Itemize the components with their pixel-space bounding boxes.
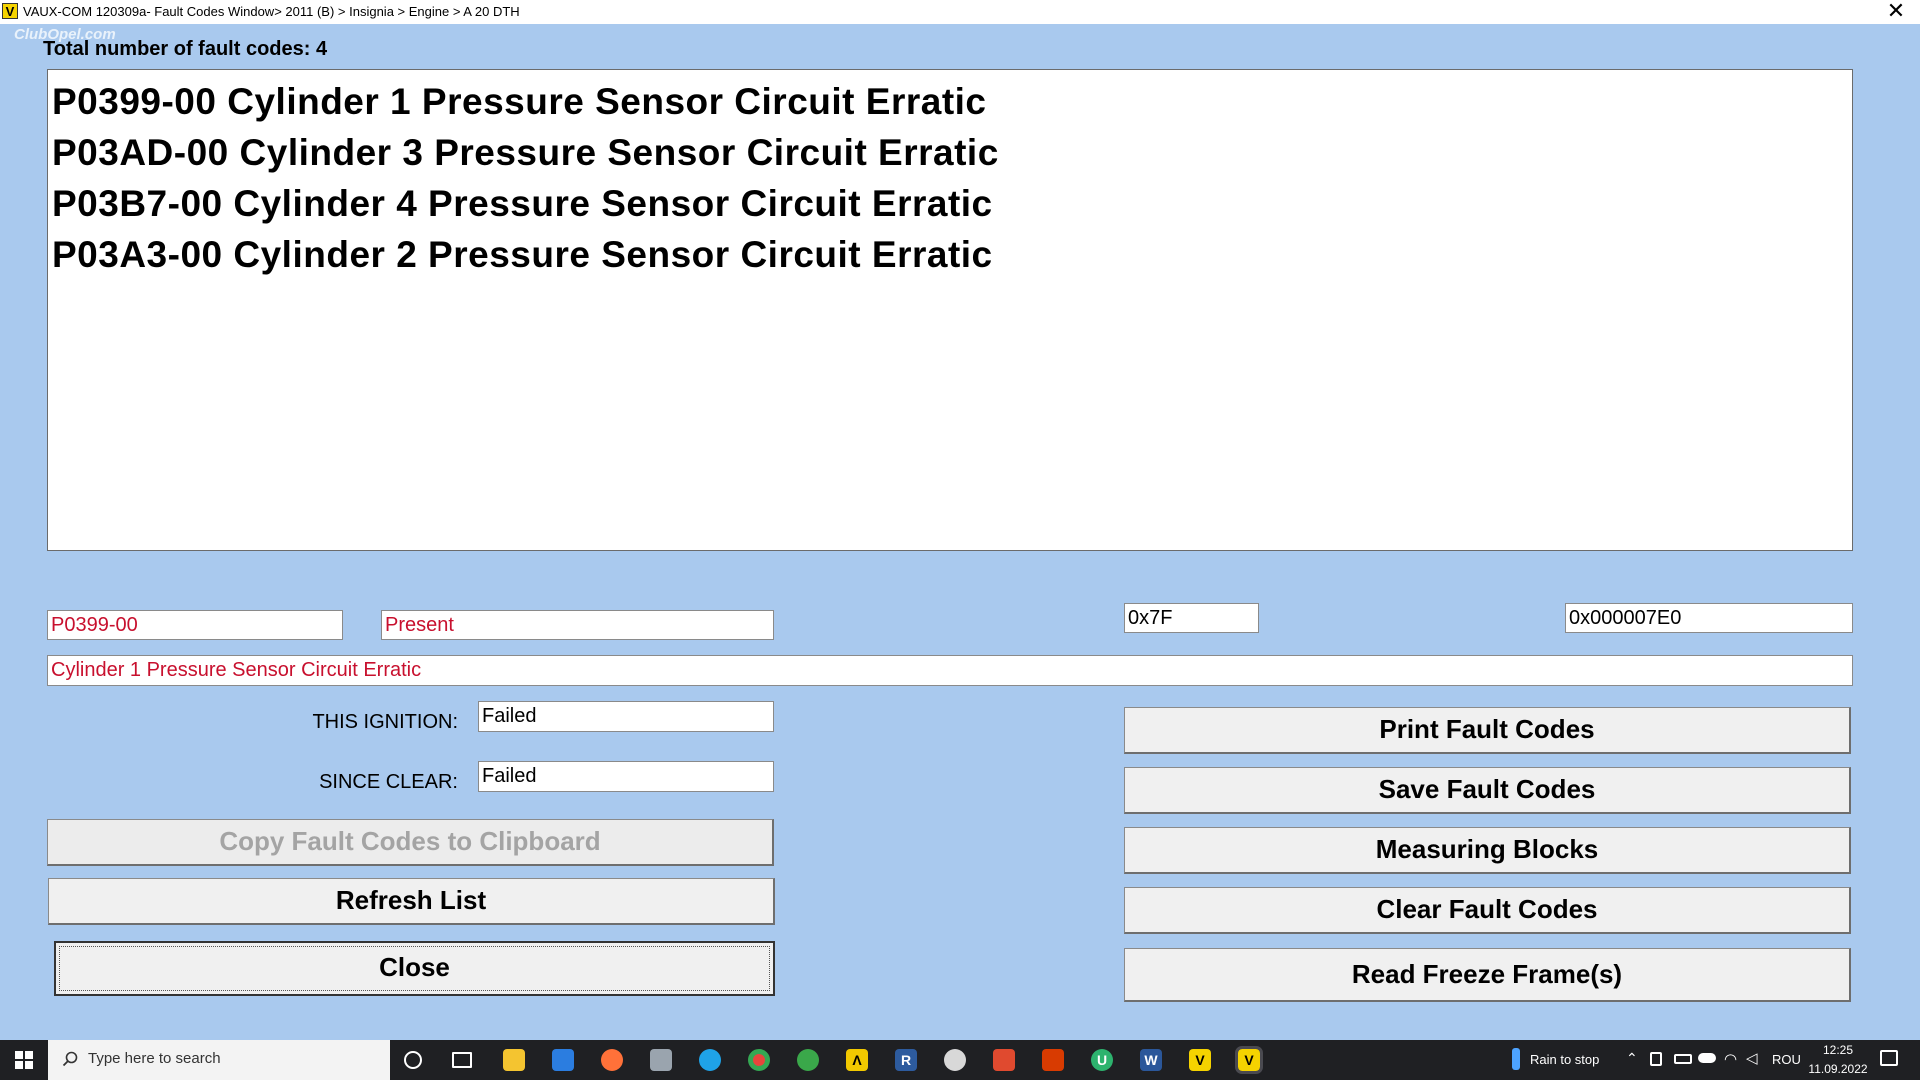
save-fault-codes-button[interactable]: Save Fault Codes xyxy=(1124,767,1851,814)
firefox-icon[interactable] xyxy=(601,1049,623,1071)
chrome-icon[interactable] xyxy=(748,1049,770,1071)
word-icon[interactable]: W xyxy=(1140,1049,1162,1071)
fault-list-item[interactable]: P03A3-00 Cylinder 2 Pressure Sensor Circ… xyxy=(48,229,1852,280)
this-ignition-field[interactable]: Failed xyxy=(478,701,774,732)
address-field[interactable]: 0x000007E0 xyxy=(1565,603,1853,633)
window-close-icon[interactable]: ✕ xyxy=(1882,0,1910,24)
close-button[interactable]: Close xyxy=(54,941,775,996)
upwork-icon[interactable]: U xyxy=(1091,1049,1113,1071)
clear-fault-codes-button[interactable]: Clear Fault Codes xyxy=(1124,887,1851,934)
file-explorer-icon[interactable] xyxy=(503,1049,525,1071)
print-fault-codes-button[interactable]: Print Fault Codes xyxy=(1124,707,1851,754)
clock-time[interactable]: 12:25 xyxy=(1810,1043,1866,1057)
clock-date[interactable]: 11.09.2022 xyxy=(1806,1062,1870,1076)
fault-list-item[interactable]: P03AD-00 Cylinder 3 Pressure Sensor Circ… xyxy=(48,127,1852,178)
office-icon[interactable] xyxy=(1042,1049,1064,1071)
search-icon xyxy=(62,1051,78,1067)
battery-icon[interactable] xyxy=(1674,1054,1692,1064)
volume-icon[interactable]: ◁ xyxy=(1746,1049,1758,1067)
since-clear-label: SINCE CLEAR: xyxy=(319,771,458,793)
search-placeholder[interactable]: Type here to search xyxy=(88,1050,221,1067)
windows-start-icon[interactable] xyxy=(0,1040,48,1080)
since-clear-field[interactable]: Failed xyxy=(478,761,774,792)
edge-icon[interactable] xyxy=(699,1049,721,1071)
refresh-list-button[interactable]: Refresh List xyxy=(48,878,775,925)
cortana-icon[interactable] xyxy=(404,1051,422,1069)
window-title: VAUX-COM 120309a- Fault Codes Window> 20… xyxy=(23,4,520,19)
device-icon[interactable] xyxy=(1650,1052,1662,1066)
fault-status-field[interactable]: Present xyxy=(381,610,774,640)
notification-icon[interactable] xyxy=(1880,1050,1898,1066)
app-icon[interactable] xyxy=(993,1049,1015,1071)
fault-description-field[interactable]: Cylinder 1 Pressure Sensor Circuit Errat… xyxy=(47,655,1853,686)
measuring-blocks-button[interactable]: Measuring Blocks xyxy=(1124,827,1851,874)
fault-count-label: Total number of fault codes: 4 xyxy=(43,38,328,60)
this-ignition-label: THIS IGNITION: xyxy=(312,711,458,733)
r-app-icon[interactable]: R xyxy=(895,1049,917,1071)
weather-icon[interactable] xyxy=(1512,1048,1520,1070)
onedrive-icon[interactable] xyxy=(1698,1053,1716,1063)
language-indicator[interactable]: ROU xyxy=(1772,1052,1801,1067)
greenshot-icon[interactable] xyxy=(797,1049,819,1071)
status-byte-field[interactable]: 0x7F xyxy=(1124,603,1259,633)
tools-icon[interactable]: Λ xyxy=(846,1049,868,1071)
wifi-icon[interactable]: ◠ xyxy=(1724,1050,1737,1068)
app-icon[interactable] xyxy=(944,1049,966,1071)
copy-to-clipboard-button[interactable]: Copy Fault Codes to Clipboard xyxy=(47,819,774,866)
fault-code-field[interactable]: P0399-00 xyxy=(47,610,343,640)
vauxcom-app-icon: V xyxy=(2,3,18,19)
app-icon[interactable] xyxy=(650,1049,672,1071)
weather-text[interactable]: Rain to stop xyxy=(1530,1052,1599,1067)
read-freeze-frames-button[interactable]: Read Freeze Frame(s) xyxy=(1124,948,1851,1002)
vauxcom-active-icon[interactable]: V xyxy=(1235,1046,1263,1074)
fault-list-item[interactable]: P03B7-00 Cylinder 4 Pressure Sensor Circ… xyxy=(48,178,1852,229)
task-view-icon[interactable] xyxy=(452,1052,472,1068)
fault-code-list[interactable]: P0399-00 Cylinder 1 Pressure Sensor Circ… xyxy=(47,69,1853,551)
store-icon[interactable] xyxy=(552,1049,574,1071)
chevron-up-icon[interactable]: ⌃ xyxy=(1626,1050,1638,1067)
vauxcom-icon[interactable]: V xyxy=(1189,1049,1211,1071)
fault-list-item[interactable]: P0399-00 Cylinder 1 Pressure Sensor Circ… xyxy=(48,76,1852,127)
